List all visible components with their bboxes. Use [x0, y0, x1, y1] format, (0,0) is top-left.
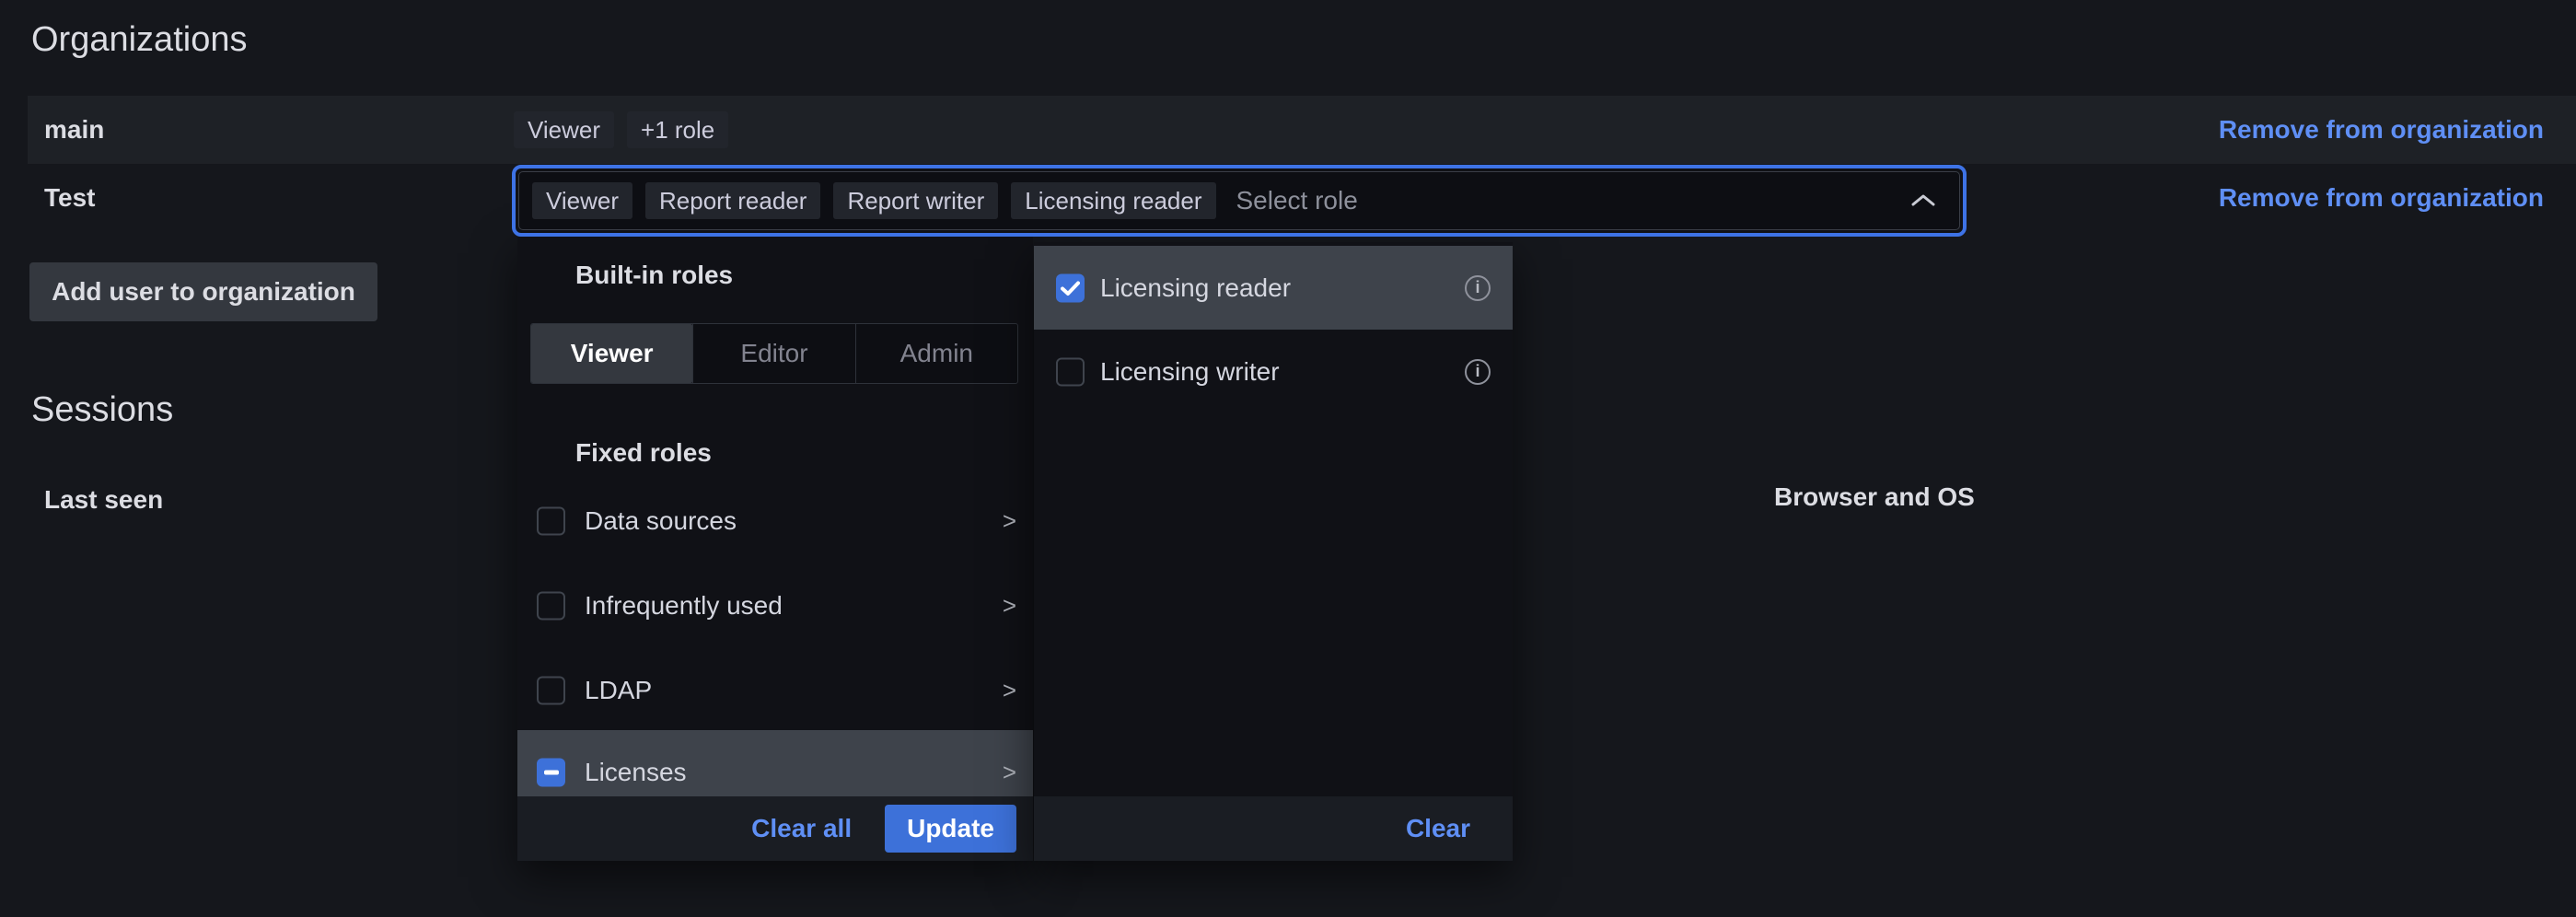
selected-role-tag[interactable]: Viewer	[532, 182, 632, 219]
chevron-right-icon[interactable]: >	[1003, 677, 1016, 705]
info-circle-icon[interactable]: i	[1465, 275, 1491, 301]
role-tag-list: Viewer +1 role	[514, 111, 728, 148]
selected-role-tag[interactable]: Report reader	[645, 182, 820, 219]
checkmark-icon	[1061, 280, 1080, 296]
radio-option-viewer[interactable]: Viewer	[531, 324, 692, 383]
role-picker-footer: Clear all Update	[517, 796, 1033, 861]
chevron-right-icon[interactable]: >	[1003, 592, 1016, 621]
fixed-role-group-data-sources[interactable]: Data sources >	[517, 479, 1033, 563]
role-count-tag[interactable]: +1 role	[627, 111, 728, 148]
update-button[interactable]: Update	[885, 805, 1016, 853]
remove-from-org-link[interactable]: Remove from organization	[2219, 183, 2544, 213]
org-name: Test	[44, 183, 96, 213]
organizations-admin-page: Organizations main Viewer +1 role Remove…	[0, 0, 2576, 917]
checkbox-unchecked[interactable]	[537, 677, 565, 705]
column-header-browser-os: Browser and OS	[1774, 482, 1975, 512]
checkbox-unchecked[interactable]	[537, 507, 565, 536]
fixed-role-group-infrequently-used[interactable]: Infrequently used >	[517, 563, 1033, 648]
remove-from-org-link[interactable]: Remove from organization	[2219, 115, 2544, 145]
group-label: Data sources	[585, 506, 737, 536]
builtin-roles-header: Built-in roles	[575, 261, 733, 290]
submenu-option-licensing-reader[interactable]: Licensing reader i	[1034, 246, 1513, 330]
role-label: Licensing writer	[1100, 357, 1280, 387]
select-placeholder: Select role	[1236, 186, 1358, 215]
clear-button[interactable]: Clear	[1406, 814, 1470, 843]
group-label: Licenses	[585, 758, 687, 787]
chevron-up-icon[interactable]	[1909, 192, 1937, 209]
info-circle-icon[interactable]: i	[1465, 359, 1491, 385]
chevron-right-icon[interactable]: >	[1003, 507, 1016, 536]
radio-option-editor[interactable]: Editor	[692, 324, 854, 383]
org-row-main: main Viewer +1 role Remove from organiza…	[28, 96, 2576, 164]
builtin-role-radio-group: Viewer Editor Admin	[530, 323, 1018, 384]
checkbox-indeterminate[interactable]	[537, 759, 565, 787]
role-label: Licensing reader	[1100, 273, 1291, 303]
add-user-to-organization-button[interactable]: Add user to organization	[29, 262, 377, 321]
selected-role-tag[interactable]: Report writer	[833, 182, 998, 219]
role-select-value-area[interactable]: Viewer Report reader Report writer Licen…	[518, 171, 1960, 230]
selected-role-tag[interactable]: Licensing reader	[1011, 182, 1215, 219]
group-label: LDAP	[585, 676, 652, 705]
role-select-input[interactable]: Viewer Report reader Report writer Licen…	[512, 165, 1967, 237]
submenu-footer: Clear	[1034, 796, 1513, 861]
clear-all-button[interactable]: Clear all	[751, 814, 852, 843]
radio-option-admin[interactable]: Admin	[855, 324, 1017, 383]
submenu-option-licensing-writer[interactable]: Licensing writer i	[1034, 330, 1513, 413]
fixed-roles-header: Fixed roles	[575, 438, 712, 468]
page-title: Organizations	[31, 20, 247, 60]
indeterminate-dash-icon	[544, 771, 559, 775]
column-header-last-seen: Last seen	[44, 485, 163, 515]
org-name: main	[44, 115, 104, 145]
checkbox-checked[interactable]	[1056, 273, 1085, 302]
chevron-right-icon[interactable]: >	[1003, 759, 1016, 787]
checkbox-unchecked[interactable]	[1056, 357, 1085, 386]
group-label: Infrequently used	[585, 591, 783, 621]
checkbox-unchecked[interactable]	[537, 592, 565, 621]
fixed-role-group-ldap[interactable]: LDAP >	[517, 648, 1033, 733]
sessions-title: Sessions	[31, 390, 173, 430]
licenses-submenu: Licensing reader i Licensing writer i Cl…	[1034, 242, 1513, 861]
role-tag[interactable]: Viewer	[514, 111, 614, 148]
role-picker-dropdown: Built-in roles Viewer Editor Admin Fixed…	[517, 237, 1033, 861]
